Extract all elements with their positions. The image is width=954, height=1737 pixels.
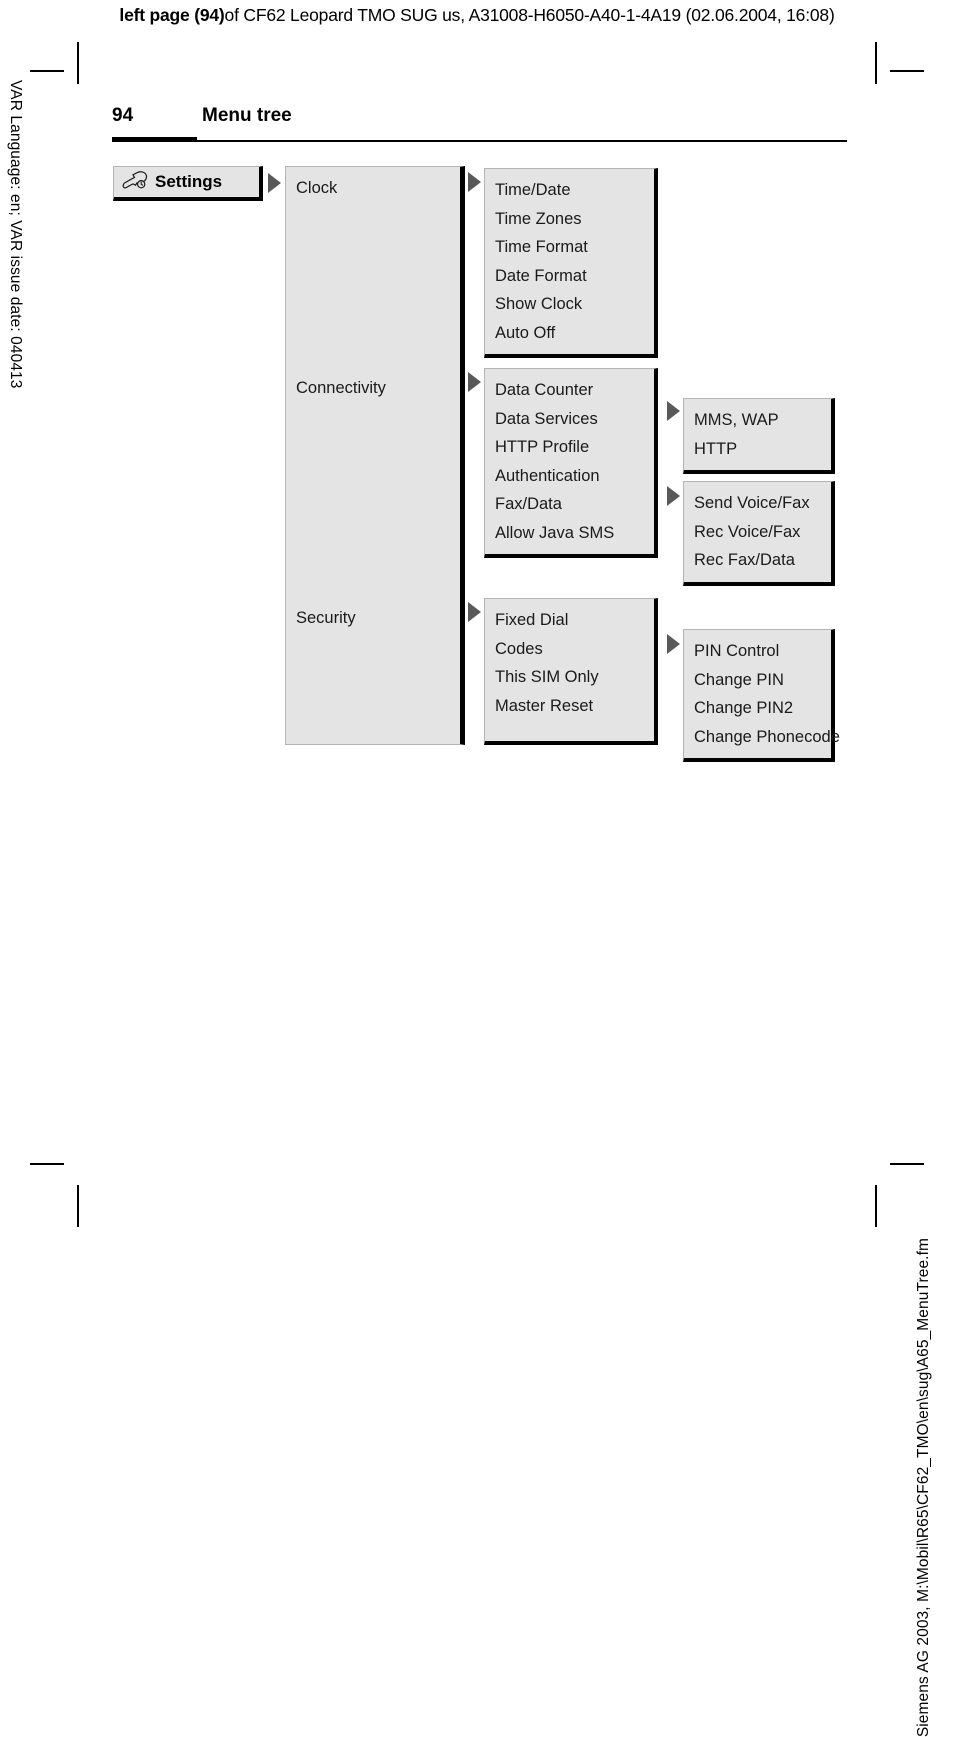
menu-item-data-counter[interactable]: Data Counter xyxy=(495,376,654,405)
menu-column-level1: Clock Connectivity Security xyxy=(285,166,465,745)
menu-item-connectivity[interactable]: Connectivity xyxy=(296,374,386,403)
menu-item-fax-data[interactable]: Fax/Data xyxy=(495,490,654,519)
menu-box-clock-submenu: Time/Date Time Zones Time Format Date Fo… xyxy=(484,168,658,358)
menu-box-security-submenu: Fixed Dial Codes This SIM Only Master Re… xyxy=(484,598,658,745)
menu-item-authentication[interactable]: Authentication xyxy=(495,462,654,491)
menu-item-pin-control[interactable]: PIN Control xyxy=(694,637,831,666)
menu-tree-diagram: Settings Clock Connectivity Security Tim… xyxy=(0,0,954,1246)
menu-item-send-voice-fax[interactable]: Send Voice/Fax xyxy=(694,489,831,518)
wrench-icon xyxy=(122,170,148,194)
menu-item-clock[interactable]: Clock xyxy=(296,174,337,203)
menu-item-this-sim-only[interactable]: This SIM Only xyxy=(495,663,654,692)
menu-node-settings[interactable]: Settings xyxy=(113,166,263,201)
menu-item-codes[interactable]: Codes xyxy=(495,635,654,664)
menu-item-master-reset[interactable]: Master Reset xyxy=(495,692,654,721)
menu-item-rec-fax-data[interactable]: Rec Fax/Data xyxy=(694,546,831,575)
arrow-settings-to-level1 xyxy=(268,173,281,193)
menu-item-http-profile[interactable]: HTTP Profile xyxy=(495,433,654,462)
arrow-clock-to-submenu xyxy=(468,172,481,192)
menu-item-change-pin2[interactable]: Change PIN2 xyxy=(694,694,831,723)
menu-item-allow-java-sms[interactable]: Allow Java SMS xyxy=(495,519,654,548)
copyright-sidenote: Siemens AG 2003, M:\Mobil\R65\CF62_TMO\e… xyxy=(915,1238,932,1737)
arrow-fax-data-to-submenu xyxy=(667,486,680,506)
menu-item-show-clock[interactable]: Show Clock xyxy=(495,290,654,319)
menu-item-data-services[interactable]: Data Services xyxy=(495,405,654,434)
menu-item-http[interactable]: HTTP xyxy=(694,435,831,464)
menu-box-connectivity-submenu: Data Counter Data Services HTTP Profile … xyxy=(484,368,658,558)
menu-item-time-zones[interactable]: Time Zones xyxy=(495,205,654,234)
menu-item-rec-voice-fax[interactable]: Rec Voice/Fax xyxy=(694,518,831,547)
arrow-data-services-to-submenu xyxy=(667,401,680,421)
menu-item-security[interactable]: Security xyxy=(296,604,356,633)
menu-node-settings-label: Settings xyxy=(155,172,223,191)
menu-item-change-pin[interactable]: Change PIN xyxy=(694,666,831,695)
menu-box-codes-submenu: PIN Control Change PIN Change PIN2 Chang… xyxy=(683,629,840,762)
menu-item-fixed-dial[interactable]: Fixed Dial xyxy=(495,606,654,635)
menu-item-auto-off[interactable]: Auto Off xyxy=(495,319,654,348)
menu-item-time-format[interactable]: Time Format xyxy=(495,233,654,262)
arrow-codes-to-submenu xyxy=(667,634,680,654)
arrow-security-to-submenu xyxy=(468,602,481,622)
menu-item-time-date[interactable]: Time/Date xyxy=(495,176,654,205)
menu-box-data-services-submenu: MMS, WAP HTTP xyxy=(683,398,835,474)
arrow-connectivity-to-submenu xyxy=(468,372,481,392)
menu-item-mms-wap[interactable]: MMS, WAP xyxy=(694,406,831,435)
menu-item-date-format[interactable]: Date Format xyxy=(495,262,654,291)
menu-item-change-phonecode[interactable]: Change Phonecode xyxy=(694,723,840,752)
menu-box-fax-data-submenu: Send Voice/Fax Rec Voice/Fax Rec Fax/Dat… xyxy=(683,481,835,586)
